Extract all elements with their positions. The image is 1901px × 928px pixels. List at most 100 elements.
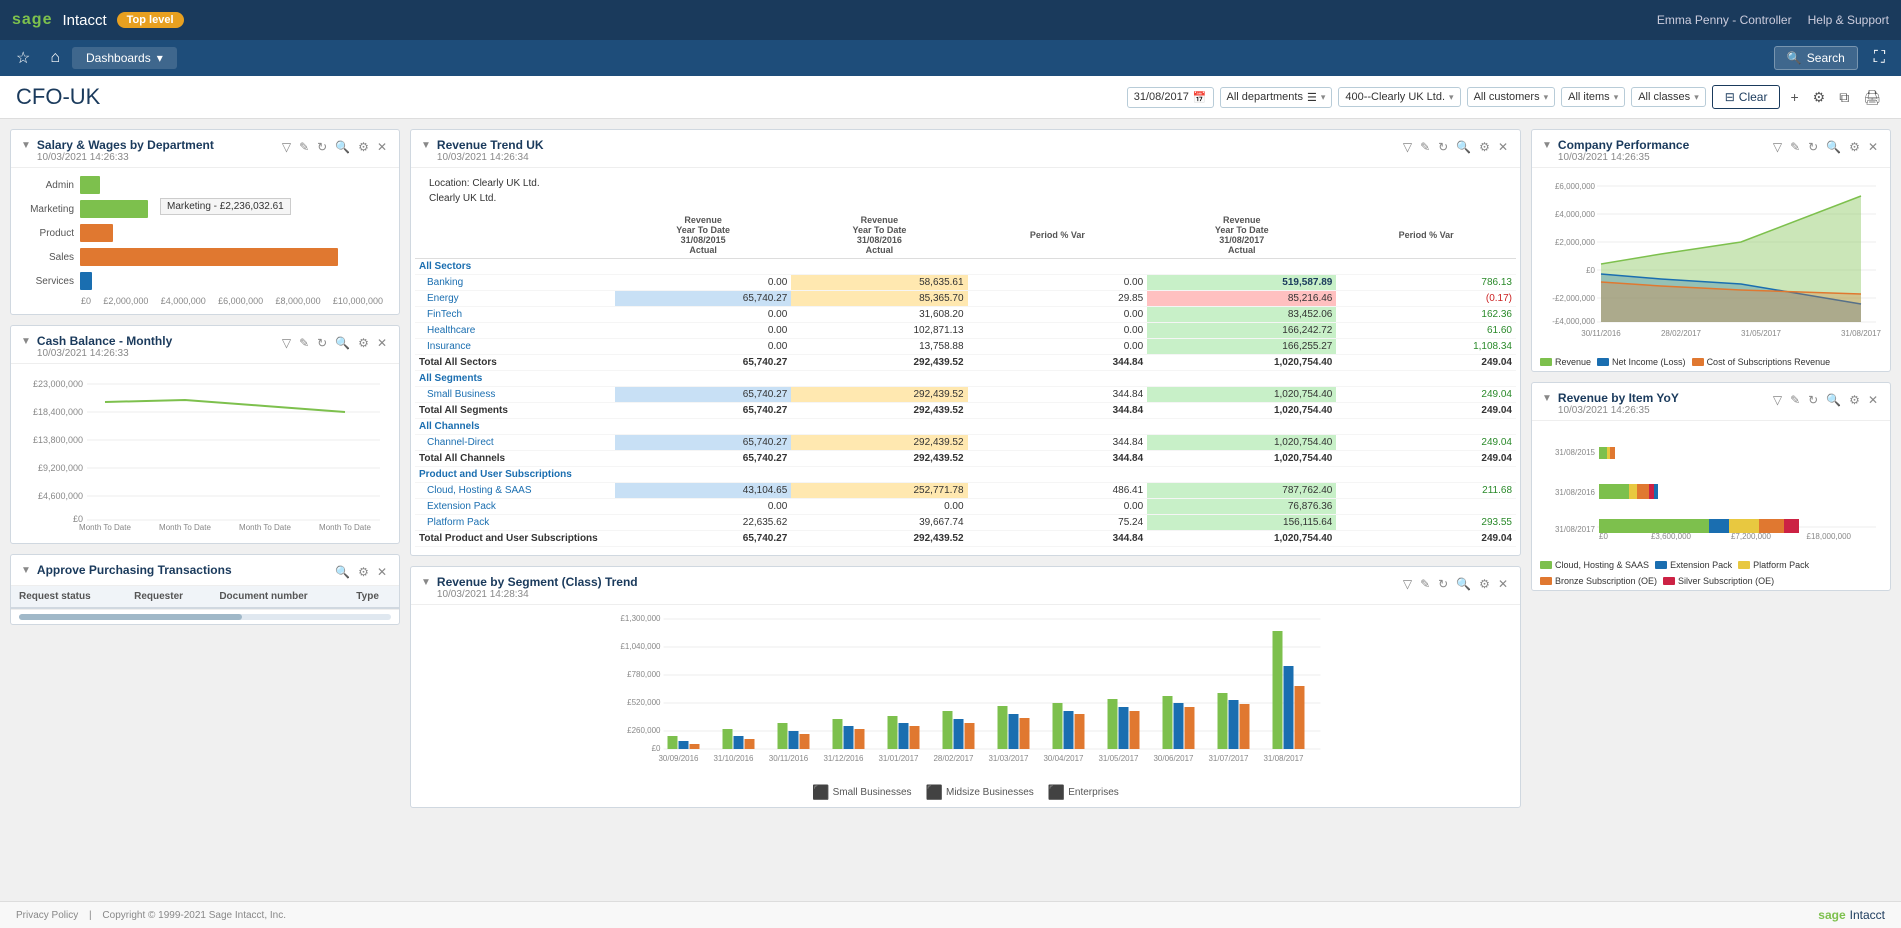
star-button[interactable]: ☆	[8, 44, 38, 72]
segments-label[interactable]: All Segments	[415, 371, 615, 387]
bar-fill-sales	[80, 248, 338, 266]
collapse-icon[interactable]: ▼	[21, 140, 31, 151]
sector-empty	[615, 259, 1516, 275]
collapse-icon[interactable]: ▼	[1542, 393, 1552, 404]
table-row: Cloud, Hosting & SAAS 43,104.65 252,771.…	[415, 483, 1516, 499]
search-action[interactable]: 🔍	[1824, 391, 1843, 409]
search-action[interactable]: 🔍	[333, 138, 352, 156]
cloud-row[interactable]: Cloud, Hosting & SAAS	[415, 483, 615, 499]
filter-action[interactable]: ▽	[280, 138, 293, 156]
refresh-action[interactable]: ↻	[1806, 391, 1820, 409]
company-filter[interactable]: 400--Clearly UK Ltd. ▾	[1338, 87, 1460, 107]
insurance-row[interactable]: Insurance	[415, 339, 615, 355]
settings-action[interactable]: ⚙	[1847, 138, 1862, 156]
delete-action[interactable]: ✕	[375, 563, 389, 581]
widget-title-area: Revenue by Segment (Class) Trend 10/03/2…	[437, 575, 1395, 600]
search-action[interactable]: 🔍	[1454, 138, 1473, 156]
banking-row[interactable]: Banking	[415, 275, 615, 291]
cp-widget-date: 10/03/2021 14:26:35	[1558, 152, 1765, 163]
platform-row[interactable]: Platform Pack	[415, 515, 615, 531]
search-action[interactable]: 🔍	[1454, 575, 1473, 593]
svg-text:£0: £0	[652, 744, 661, 753]
legend-enterprises-icon: ⬛	[1048, 784, 1065, 801]
svg-text:30/11/2016: 30/11/2016	[769, 754, 809, 763]
total-sectors-v3: 1,020,754.40	[1147, 355, 1336, 371]
refresh-action[interactable]: ↻	[1436, 575, 1450, 593]
search-action[interactable]: 🔍	[333, 563, 352, 581]
collapse-icon[interactable]: ▼	[21, 336, 31, 347]
filter-action[interactable]: ▽	[280, 334, 293, 352]
col-requester: Requester	[126, 586, 211, 608]
refresh-action[interactable]: ↻	[1806, 138, 1820, 156]
extension-v3: 76,876.36	[1147, 499, 1336, 515]
edit-action[interactable]: ✎	[1418, 138, 1432, 156]
small-biz-row[interactable]: Small Business	[415, 387, 615, 403]
clear-button[interactable]: ⊟ Clear	[1712, 85, 1781, 109]
dashboards-label: Dashboards	[86, 51, 151, 65]
collapse-icon[interactable]: ▼	[421, 140, 431, 151]
collapse-icon[interactable]: ▼	[421, 577, 431, 588]
edit-action[interactable]: ✎	[1418, 575, 1432, 593]
search-button[interactable]: 🔍 Search	[1774, 46, 1858, 70]
products-label[interactable]: Product and User Subscriptions	[415, 467, 615, 483]
filter-action[interactable]: ▽	[1771, 391, 1784, 409]
energy-pv1: 29.85	[968, 291, 1148, 307]
refresh-action[interactable]: ↻	[1436, 138, 1450, 156]
settings-action[interactable]: ⚙	[1477, 575, 1492, 593]
refresh-action[interactable]: ↻	[315, 334, 329, 352]
collapse-icon[interactable]: ▼	[1542, 140, 1552, 151]
channels-label[interactable]: All Channels	[415, 419, 615, 435]
svg-text:30/06/2017: 30/06/2017	[165, 531, 206, 532]
collapse-icon[interactable]: ▼	[21, 565, 31, 576]
class-filter[interactable]: All classes ▾	[1631, 87, 1706, 107]
legend-platform-label: Platform Pack	[1753, 560, 1809, 570]
settings-action[interactable]: ⚙	[356, 138, 371, 156]
settings-action[interactable]: ⚙	[356, 334, 371, 352]
energy-row[interactable]: Energy	[415, 291, 615, 307]
help-link[interactable]: Help & Support	[1808, 13, 1889, 27]
sector-label[interactable]: All Sectors	[415, 259, 615, 275]
settings-action[interactable]: ⚙	[356, 563, 371, 581]
search-action[interactable]: 🔍	[333, 334, 352, 352]
delete-action[interactable]: ✕	[1866, 391, 1880, 409]
top-level-badge[interactable]: Top level	[117, 12, 184, 28]
privacy-link[interactable]: Privacy Policy	[16, 910, 78, 921]
scroll-thumb[interactable]	[19, 614, 242, 620]
filter-action[interactable]: ▽	[1401, 575, 1414, 593]
rbi-bar-chart: 31/08/2015 31/08/2016 31/08/2017	[1540, 427, 1882, 547]
filter-action[interactable]: ▽	[1771, 138, 1784, 156]
dashboards-tab[interactable]: Dashboards ▾	[72, 47, 177, 69]
settings-button[interactable]: ⚙	[1809, 85, 1830, 110]
delete-action[interactable]: ✕	[1866, 138, 1880, 156]
channel-direct-row[interactable]: Channel-Direct	[415, 435, 615, 451]
copy-button[interactable]: ⧉	[1835, 85, 1853, 110]
edit-action[interactable]: ✎	[297, 334, 311, 352]
settings-action[interactable]: ⚙	[1477, 138, 1492, 156]
search-action[interactable]: 🔍	[1824, 138, 1843, 156]
scroll-bar[interactable]	[19, 614, 391, 620]
edit-action[interactable]: ✎	[297, 138, 311, 156]
add-widget-button[interactable]: +	[1786, 85, 1802, 109]
filter-action[interactable]: ▽	[1401, 138, 1414, 156]
refresh-action[interactable]: ↻	[315, 138, 329, 156]
delete-action[interactable]: ✕	[375, 138, 389, 156]
extension-row[interactable]: Extension Pack	[415, 499, 615, 515]
marketing-tooltip: Marketing - £2,236,032.61	[160, 198, 291, 215]
fullscreen-button[interactable]: ⛶	[1866, 45, 1893, 71]
department-filter[interactable]: All departments ☰ ▾	[1220, 87, 1333, 108]
col-pct-var-2: Period % Var	[1336, 212, 1516, 259]
print-button[interactable]: 🖨	[1859, 85, 1885, 110]
delete-action[interactable]: ✕	[375, 334, 389, 352]
svg-text:30/04/2017: 30/04/2017	[1043, 754, 1084, 763]
edit-action[interactable]: ✎	[1788, 138, 1802, 156]
fintech-row[interactable]: FinTech	[415, 307, 615, 323]
item-filter[interactable]: All items ▾	[1561, 87, 1625, 107]
home-button[interactable]: ⌂	[42, 45, 68, 71]
delete-action[interactable]: ✕	[1496, 138, 1510, 156]
date-filter[interactable]: 31/08/2017 📅	[1127, 87, 1214, 108]
delete-action[interactable]: ✕	[1496, 575, 1510, 593]
healthcare-row[interactable]: Healthcare	[415, 323, 615, 339]
customer-filter[interactable]: All customers ▾	[1467, 87, 1556, 107]
edit-action[interactable]: ✎	[1788, 391, 1802, 409]
settings-action[interactable]: ⚙	[1847, 391, 1862, 409]
